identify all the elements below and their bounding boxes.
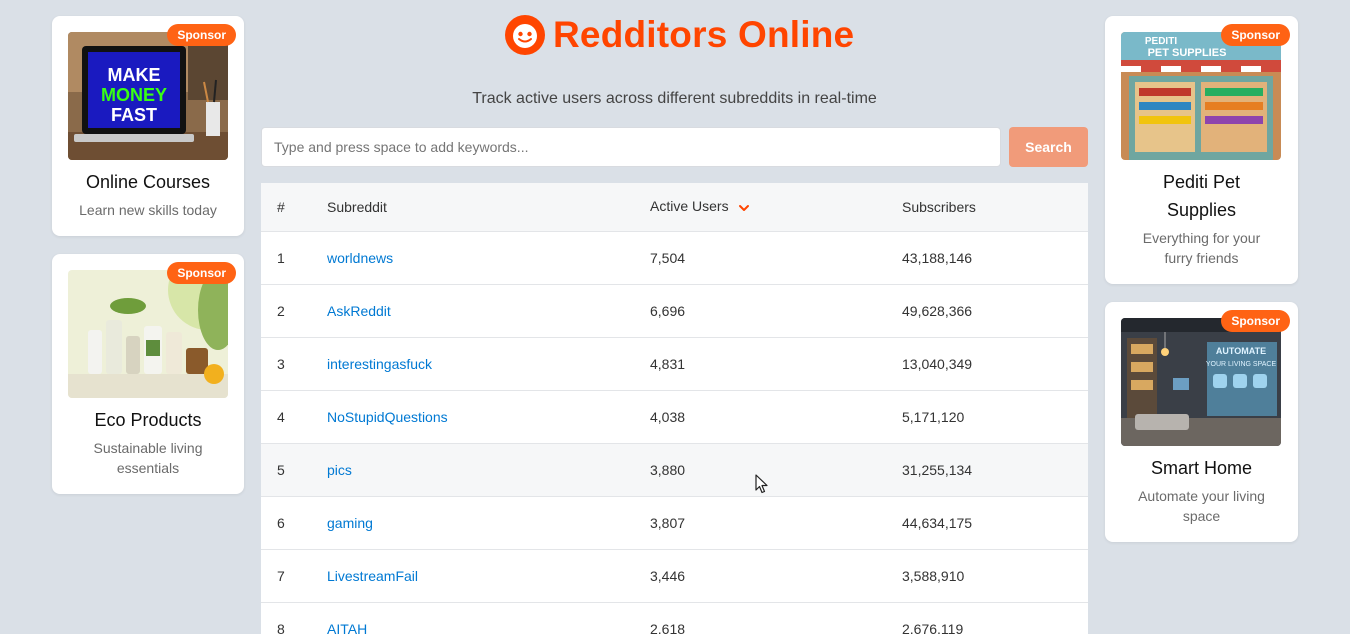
cell-subreddit: gaming [327, 496, 650, 549]
cell-rank: 2 [277, 302, 285, 319]
sponsor-image-text-line-1: PEDITI [1145, 36, 1177, 47]
column-header-subreddit[interactable]: Subreddit [327, 183, 650, 232]
table-row[interactable]: 7 LivestreamFail 3,446 3,588,910 [261, 549, 1088, 602]
sponsor-image-text-line-2: MONEY [101, 85, 167, 105]
sponsor-badge: Sponsor [1221, 310, 1290, 332]
sponsor-description: Automate your living space [1138, 488, 1265, 524]
subreddit-table: # Subreddit Active Users Subscribers 1 wo… [261, 183, 1088, 634]
table-row[interactable]: 4 NoStupidQuestions 4,038 5,171,120 [261, 390, 1088, 443]
sponsor-description: Everything for your furry friends [1142, 230, 1261, 266]
subreddit-link[interactable]: worldnews [327, 250, 393, 266]
column-header-active-users-label: Active Users [650, 198, 729, 215]
app-header: Redditors Online [505, 14, 854, 56]
sponsor-title: Smart Home [1150, 458, 1253, 478]
reddit-logo-icon [505, 15, 545, 55]
cell-subreddit: pics [327, 443, 650, 496]
sort-descending-icon [738, 199, 750, 215]
sponsor-image-text-line-2: YOUR LIVING SPACE [1206, 361, 1277, 368]
sponsor-card-eco-products[interactable]: Sponsor Eco Products Sustainable living … [52, 254, 244, 494]
subreddit-link[interactable]: gaming [327, 515, 373, 531]
cell-active-users: 2,618 [650, 620, 686, 634]
cell-rank: 4 [277, 408, 285, 425]
sponsor-description: Learn new skills today [79, 202, 217, 218]
sponsor-card-online-courses[interactable]: MAKE MONEY FAST Sponsor Online Courses L… [52, 16, 244, 236]
sponsor-image-text-line-3: FAST [111, 105, 157, 125]
cell-subreddit: worldnews [327, 231, 650, 284]
table-row[interactable]: 5 pics 3,880 31,255,134 [261, 443, 1088, 496]
sponsor-badge: Sponsor [167, 262, 236, 284]
cell-subscribers: 44,634,175 [902, 514, 973, 531]
cell-rank: 7 [277, 567, 285, 584]
sponsor-image-online-courses: MAKE MONEY FAST [68, 32, 228, 160]
cell-subreddit: NoStupidQuestions [327, 390, 650, 443]
mouse-cursor-icon [755, 474, 769, 494]
cell-subscribers: 31,255,134 [902, 461, 973, 478]
subreddit-link[interactable]: LivestreamFail [327, 568, 418, 584]
cell-subscribers: 3,588,910 [902, 567, 965, 584]
cell-subreddit: AskReddit [327, 284, 650, 337]
cell-subscribers: 13,040,349 [902, 355, 973, 372]
subreddit-link[interactable]: NoStupidQuestions [327, 409, 448, 425]
cell-active-users: 6,696 [650, 302, 686, 319]
table-row[interactable]: 2 AskReddit 6,696 49,628,366 [261, 284, 1088, 337]
table-row[interactable]: 6 gaming 3,807 44,634,175 [261, 496, 1088, 549]
search-button[interactable]: Search [1009, 127, 1088, 167]
cell-active-users: 4,038 [650, 408, 686, 425]
cell-subscribers: 2,676,119 [902, 620, 964, 634]
column-header-active-users[interactable]: Active Users [650, 183, 902, 232]
sponsor-card-smart-home[interactable]: AUTOMATE YOUR LIVING SPACE Sponsor Smart… [1105, 302, 1298, 542]
sponsor-badge: Sponsor [1221, 24, 1290, 46]
column-header-rank: # [261, 183, 327, 232]
subreddit-link[interactable]: interestingasfuck [327, 356, 432, 372]
subreddit-link[interactable]: AITAH [327, 621, 367, 634]
cell-subscribers: 5,171,120 [902, 408, 965, 425]
table-row[interactable]: 3 interestingasfuck 4,831 13,040,349 [261, 337, 1088, 390]
cell-rank: 3 [277, 355, 285, 372]
table-row[interactable]: 8 AITAH 2,618 2,676,119 [261, 602, 1088, 634]
subreddit-link[interactable]: AskReddit [327, 303, 391, 319]
cell-subreddit: LivestreamFail [327, 549, 650, 602]
cell-active-users: 3,446 [650, 567, 686, 584]
sponsor-title: Eco Products [94, 410, 202, 430]
cell-subscribers: 49,628,366 [902, 302, 973, 319]
cell-subscribers: 43,188,146 [902, 249, 973, 266]
sponsor-image-text-line-2: PET SUPPLIES [1148, 47, 1227, 59]
keyword-search-input[interactable] [261, 127, 1001, 167]
table-row[interactable]: 1 worldnews 7,504 43,188,146 [261, 231, 1088, 284]
column-header-subscribers[interactable]: Subscribers [902, 183, 1088, 232]
sponsor-image-text-line-1: MAKE [108, 65, 161, 85]
subreddit-link[interactable]: pics [327, 462, 352, 478]
cell-subreddit: AITAH [327, 602, 650, 634]
cell-rank: 5 [277, 461, 285, 478]
cell-active-users: 4,831 [650, 355, 686, 372]
sponsor-badge: Sponsor [167, 24, 236, 46]
cell-rank: 8 [277, 620, 285, 634]
sponsor-title: Online Courses [85, 172, 211, 192]
sponsor-image-smart-home: AUTOMATE YOUR LIVING SPACE [1121, 318, 1281, 446]
cell-rank: 1 [277, 249, 285, 266]
cell-active-users: 7,504 [650, 249, 686, 266]
page-title: Redditors Online [553, 14, 855, 55]
sponsor-image-pet-supplies: PEDITI PET SUPPLIES [1121, 32, 1281, 160]
sponsor-card-pediti-pet-supplies[interactable]: PEDITI PET SUPPLIES Sponsor Pediti Pet S… [1105, 16, 1298, 284]
page-subtitle: Track active users across different subr… [472, 90, 877, 107]
sponsor-image-eco-products [68, 270, 228, 398]
cell-subreddit: interestingasfuck [327, 337, 650, 390]
sponsor-description: Sustainable living essentials [93, 440, 203, 476]
sponsor-title: Pediti Pet Supplies [1162, 172, 1241, 220]
sponsor-image-text-line-1: AUTOMATE [1216, 346, 1266, 356]
cell-active-users: 3,880 [650, 461, 686, 478]
cell-rank: 6 [277, 514, 285, 531]
table-header-row: # Subreddit Active Users Subscribers [261, 183, 1088, 232]
cell-active-users: 3,807 [650, 514, 686, 531]
